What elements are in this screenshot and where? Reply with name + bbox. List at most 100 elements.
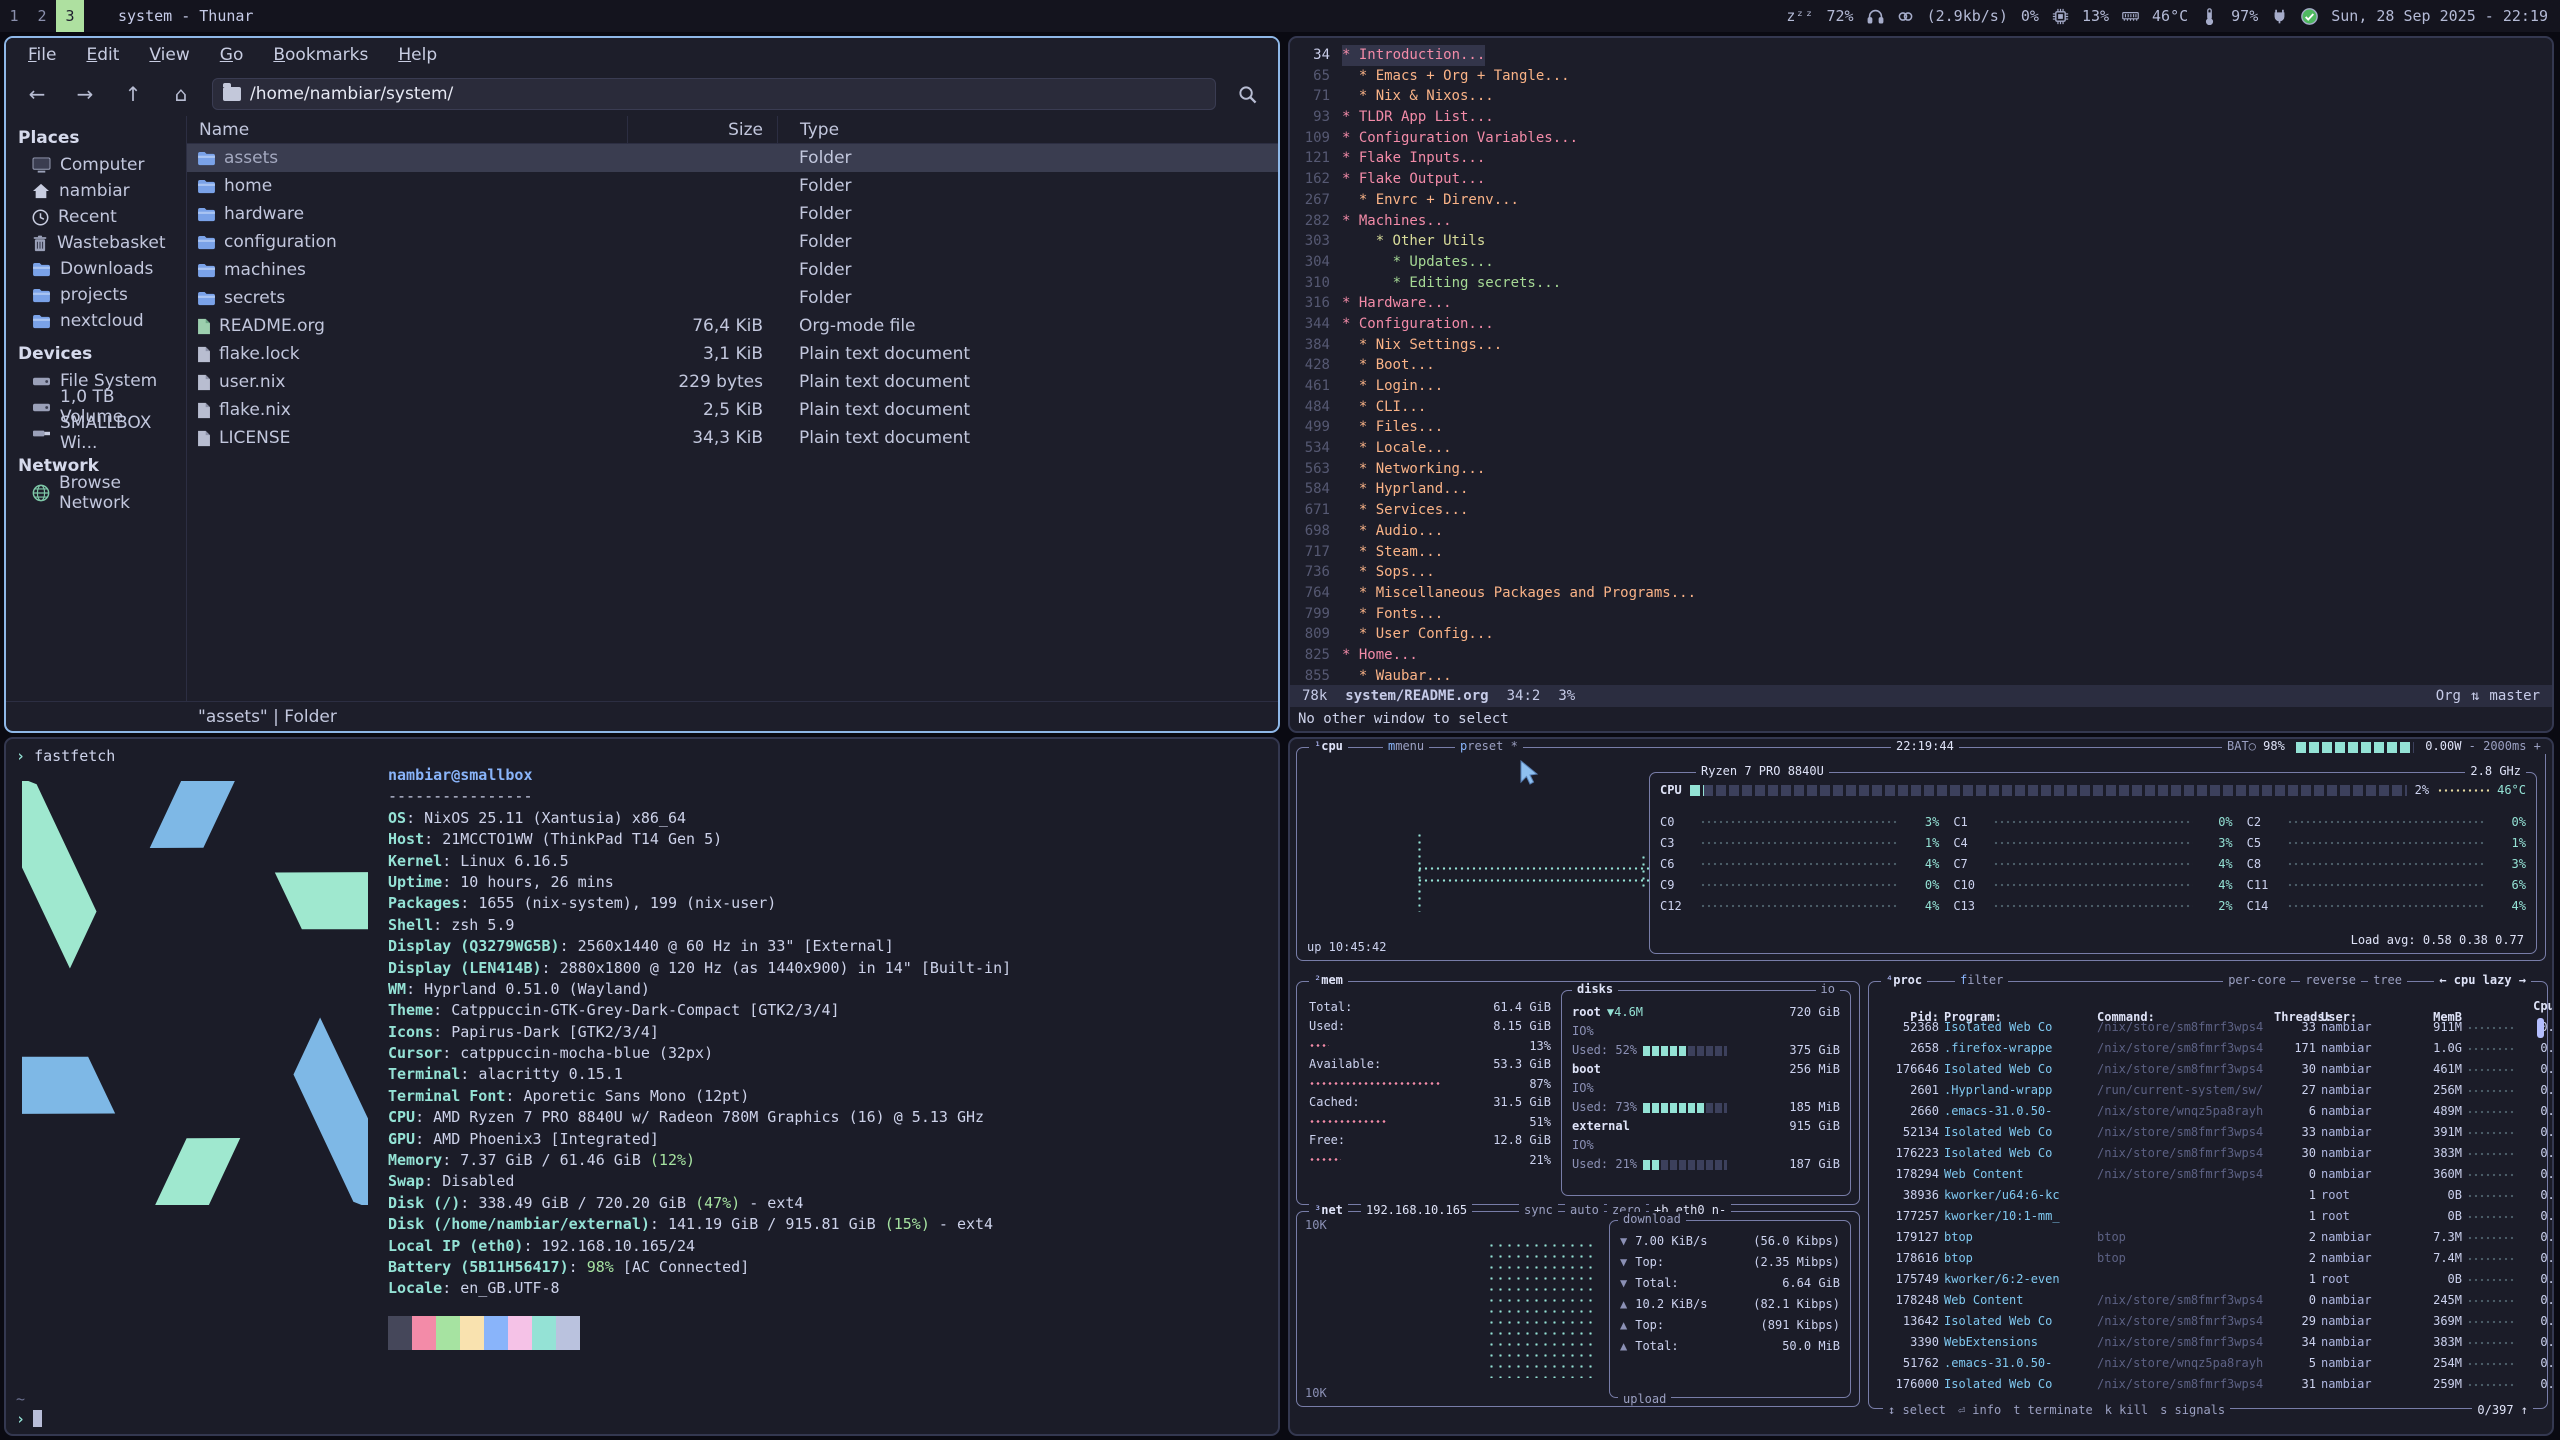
process-row[interactable]: 2660 .emacs-31.0.50- /nix/store/wnqz5pa8… <box>1869 1101 2547 1122</box>
org-buffer[interactable]: 34 * Introduction... 65 * Emacs + Org + … <box>1290 38 2552 685</box>
column-header-name[interactable]: Name <box>187 120 627 140</box>
menu-view[interactable]: View <box>149 45 189 65</box>
file-row[interactable]: secrets Folder <box>187 284 1278 312</box>
process-row[interactable]: 2601 .Hyprland-wrapp /run/current-system… <box>1869 1080 2547 1101</box>
footer-key[interactable]: ↕ select <box>1888 1403 1946 1417</box>
menu-bookmarks[interactable]: Bookmarks <box>273 45 368 65</box>
mem-mini-graph <box>2467 1046 2517 1052</box>
menu-button[interactable]: mmenumenu <box>1383 739 1429 753</box>
process-row[interactable]: 178248 Web Content /nix/store/sm8fmrf3wp… <box>1869 1290 2547 1311</box>
file-row[interactable]: user.nix 229 bytes Plain text document <box>187 368 1278 396</box>
search-button[interactable] <box>1230 78 1264 110</box>
workspace-button[interactable]: 2 <box>28 0 56 32</box>
core-usage-graph <box>1993 882 2192 888</box>
proc-footer-keys: ↕ select ⏎ info t terminate k kill s sig… <box>1883 1403 2230 1417</box>
sidebar-item-wastebasket[interactable]: Wastebasket <box>6 230 186 256</box>
file-row[interactable]: LICENSE 34,3 KiB Plain text document <box>187 424 1278 452</box>
core-row: C7 4% <box>1953 853 2232 874</box>
footer-key[interactable]: s signals <box>2160 1403 2225 1417</box>
line-number: 65 <box>1290 66 1342 87</box>
path-bar[interactable]: /home/nambiar/system/ <box>212 78 1216 110</box>
memory-stat: Available:53.3 GiB 87% <box>1309 1055 1551 1093</box>
color-swatch <box>532 1316 556 1333</box>
forward-button[interactable]: → <box>68 78 102 110</box>
proc-tab[interactable]: ⁴proc <box>1881 973 1927 987</box>
column-header-size[interactable]: Size <box>627 116 777 144</box>
footer-key[interactable]: k kill <box>2105 1403 2148 1417</box>
file-row[interactable]: hardware Folder <box>187 200 1278 228</box>
folder-icon <box>197 235 216 250</box>
file-row[interactable]: flake.lock 3,1 KiB Plain text document <box>187 340 1278 368</box>
net-tab[interactable]: ³net <box>1309 1203 1348 1217</box>
per-core-toggle[interactable]: per-core <box>2223 973 2291 987</box>
filter-button[interactable]: filter <box>1955 973 2008 987</box>
proc-scrollbar-thumb[interactable] <box>2537 1018 2544 1038</box>
sort-selector[interactable]: ← cpu lazy → <box>2434 973 2531 987</box>
process-row[interactable]: 178294 Web Content /nix/store/sm8fmrf3wp… <box>1869 1164 2547 1185</box>
places-header: Places <box>6 124 186 152</box>
sidebar-item-browse-network[interactable]: Browse Network <box>6 480 186 506</box>
workspace-button[interactable]: 3 <box>56 0 84 32</box>
shell-prompt[interactable]: › <box>16 1410 42 1428</box>
reverse-toggle[interactable]: reverse <box>2300 973 2361 987</box>
cpu-temp: 46°C <box>2497 783 2526 797</box>
process-row[interactable]: 52368 Isolated Web Co /nix/store/sm8fmrf… <box>1869 1017 2547 1038</box>
net-auto-toggle[interactable]: auto <box>1565 1203 1604 1217</box>
sidebar-item-usb[interactable]: SMALLBOX Wi... <box>6 420 186 446</box>
mem-mini-graph <box>2467 1235 2517 1241</box>
process-row[interactable]: 177257 kworker/10:1-mm_ 1 root 0B 0.0 <box>1869 1206 2547 1227</box>
line-number: 316 <box>1290 293 1342 314</box>
process-row[interactable]: 52134 Isolated Web Co /nix/store/sm8fmrf… <box>1869 1122 2547 1143</box>
footer-key[interactable]: t terminate <box>2013 1403 2093 1417</box>
io-toggle[interactable]: io <box>1816 982 1840 996</box>
org-file-icon <box>197 318 211 335</box>
net-sync-toggle[interactable]: sync <box>1519 1203 1558 1217</box>
sidebar-item-home[interactable]: nambiar <box>6 178 186 204</box>
menu-help[interactable]: Help <box>398 45 437 65</box>
color-swatch <box>508 1333 532 1350</box>
up-button[interactable]: ↑ <box>116 78 150 110</box>
info-line: Locale: en_GB.UTF-8 <box>388 1278 1011 1299</box>
uptime: up 10:45:42 <box>1307 940 1386 954</box>
menu-file[interactable]: File <box>28 45 56 65</box>
process-row[interactable]: 176223 Isolated Web Co /nix/store/sm8fmr… <box>1869 1143 2547 1164</box>
process-row[interactable]: 179127 btop btop 2 nambiar 7.3M 0.0 <box>1869 1227 2547 1248</box>
process-row[interactable]: 178616 btop btop 2 nambiar 7.4M 0.0 <box>1869 1248 2547 1269</box>
back-button[interactable]: ← <box>20 78 54 110</box>
process-row[interactable]: 38936 kworker/u64:6-kc 1 root 0B 0.0 <box>1869 1185 2547 1206</box>
process-row[interactable]: 3390 WebExtensions /nix/store/sm8fmrf3wp… <box>1869 1332 2547 1353</box>
workspace-button[interactable]: 1 <box>0 0 28 32</box>
process-row[interactable]: 2658 .firefox-wrappe /nix/store/sm8fmrf3… <box>1869 1038 2547 1059</box>
cpu-tab[interactable]: ¹cpu <box>1309 739 1348 753</box>
disk-used-meter <box>1643 1160 1661 1170</box>
file-row[interactable]: flake.nix 2,5 KiB Plain text document <box>187 396 1278 424</box>
core-usage-graph <box>1700 903 1899 909</box>
process-row[interactable]: 175749 kworker/6:2-even 1 root 0B 0.0 <box>1869 1269 2547 1290</box>
file-row[interactable]: home Folder <box>187 172 1278 200</box>
sidebar-item-nextcloud[interactable]: nextcloud <box>6 308 186 334</box>
preset-button[interactable]: preset * <box>1455 739 1523 753</box>
tree-toggle[interactable]: tree <box>2368 973 2407 987</box>
file-row[interactable]: assets Folder <box>187 144 1278 172</box>
buffer-name: system/README.org <box>1345 688 1488 704</box>
process-row[interactable]: 176000 Isolated Web Co /nix/store/sm8fmr… <box>1869 1374 2547 1395</box>
process-row[interactable]: 51762 .emacs-31.0.50- /nix/store/wnqz5pa… <box>1869 1353 2547 1374</box>
file-row[interactable]: configuration Folder <box>187 228 1278 256</box>
computer-icon <box>32 157 51 174</box>
process-row[interactable]: 13642 Isolated Web Co /nix/store/sm8fmrf… <box>1869 1311 2547 1332</box>
menu-go[interactable]: Go <box>220 45 244 65</box>
column-header-type[interactable]: Type <box>777 116 1278 144</box>
sidebar-item-computer[interactable]: Computer <box>6 152 186 178</box>
fastfetch-terminal-window[interactable]: › fastfetch nambiar@smallbox -----------… <box>4 737 1280 1436</box>
home-button[interactable]: ⌂ <box>164 78 198 110</box>
sidebar-item-downloads[interactable]: Downloads <box>6 256 186 282</box>
mem-tab[interactable]: ²mem <box>1309 973 1348 987</box>
file-row[interactable]: machines Folder <box>187 256 1278 284</box>
footer-key[interactable]: ⏎ info <box>1958 1403 2001 1417</box>
process-row[interactable]: 176646 Isolated Web Co /nix/store/sm8fmr… <box>1869 1059 2547 1080</box>
sidebar-item-projects[interactable]: projects <box>6 282 186 308</box>
menu-edit[interactable]: Edit <box>86 45 119 65</box>
file-row[interactable]: README.org 76,4 KiB Org-mode file <box>187 312 1278 340</box>
sidebar-item-recent[interactable]: Recent <box>6 204 186 230</box>
info-line: Uptime: 10 hours, 26 mins <box>388 872 1011 893</box>
